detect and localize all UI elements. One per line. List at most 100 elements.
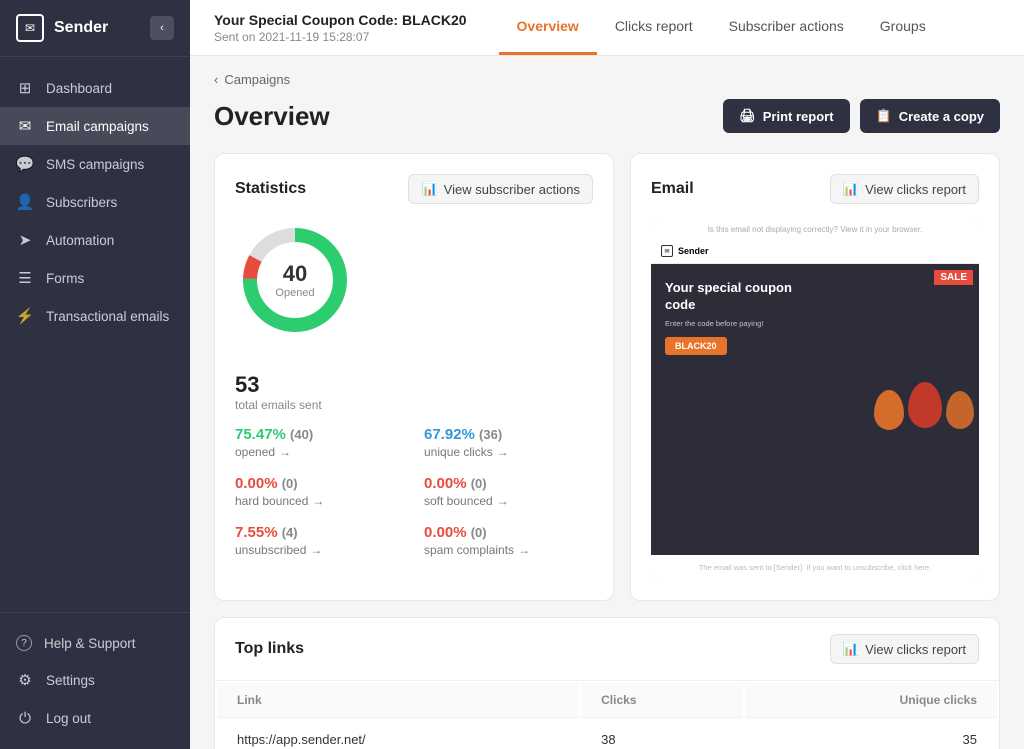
- stat-spam-pct: 0.00% (0): [424, 524, 593, 541]
- sidebar-item-forms[interactable]: ☰ Forms: [0, 259, 190, 297]
- sidebar-item-label: SMS campaigns: [46, 157, 144, 172]
- sidebar-item-label: Log out: [46, 711, 91, 726]
- email-card: Email 📊 View clicks report Is this email…: [630, 153, 1000, 601]
- tab-groups[interactable]: Groups: [862, 0, 944, 55]
- forms-icon: ☰: [16, 269, 34, 287]
- unique-clicks-cell: 35: [745, 720, 997, 749]
- stat-unique-clicks-label: unique clicks →: [424, 445, 593, 459]
- page-title: Overview: [214, 101, 330, 132]
- copy-icon: 📋: [876, 108, 892, 124]
- print-icon: 🖨: [739, 108, 756, 124]
- chart-icon-3: 📊: [843, 641, 859, 657]
- stat-unique-clicks-pct: 67.92% (36): [424, 426, 593, 443]
- view-clicks-report-button[interactable]: 📊 View clicks report: [830, 174, 979, 204]
- sidebar-collapse-button[interactable]: ‹: [150, 16, 174, 40]
- donut-chart: 40 Opened: [235, 220, 355, 340]
- preview-hero-title: Your special coupon code: [665, 280, 797, 314]
- chart-icon-2: 📊: [843, 181, 859, 197]
- logo-text: Sender: [54, 19, 108, 37]
- print-report-button[interactable]: 🖨 Print report: [723, 99, 849, 133]
- print-label: Print report: [763, 109, 834, 124]
- donut-center: 40 Opened: [275, 261, 314, 299]
- campaign-info: Your Special Coupon Code: BLACK20 Sent o…: [214, 0, 467, 55]
- sidebar-item-subscribers[interactable]: 👤 Subscribers: [0, 183, 190, 221]
- stat-unique-clicks: 67.92% (36) unique clicks →: [424, 426, 593, 459]
- stat-unsubscribed-label: unsubscribed →: [235, 543, 404, 557]
- statistics-title: Statistics: [235, 180, 306, 198]
- view-subscriber-actions-label: View subscriber actions: [444, 182, 580, 197]
- breadcrumb-text: Campaigns: [224, 72, 290, 87]
- top-links-header: Top links 📊 View clicks report: [215, 618, 999, 681]
- back-arrow-icon: ‹: [214, 72, 218, 87]
- sidebar-item-label: Automation: [46, 233, 114, 248]
- sidebar-item-transactional[interactable]: ⚡ Transactional emails: [0, 297, 190, 335]
- sidebar-item-sms-campaigns[interactable]: 💬 SMS campaigns: [0, 145, 190, 183]
- campaign-title: Your Special Coupon Code: BLACK20: [214, 12, 467, 28]
- automation-icon: ➤: [16, 231, 34, 249]
- stat-unsubscribed: 7.55% (4) unsubscribed →: [235, 524, 404, 557]
- preview-hero-content: Your special coupon code Enter the code …: [651, 264, 811, 555]
- email-card-header: Email 📊 View clicks report: [651, 174, 979, 204]
- top-links-card: Top links 📊 View clicks report Link Clic…: [214, 617, 1000, 749]
- header-actions: 🖨 Print report 📋 Create a copy: [723, 99, 1000, 133]
- preview-top-text: Is this email not displaying correctly? …: [651, 220, 979, 239]
- logout-icon: ⏻: [16, 709, 34, 727]
- tab-overview[interactable]: Overview: [499, 0, 597, 55]
- chart-icon: 📊: [421, 181, 437, 197]
- stat-soft-bounced: 0.00% (0) soft bounced →: [424, 475, 593, 508]
- statistics-card-header: Statistics 📊 View subscriber actions: [235, 174, 593, 204]
- email-campaigns-icon: ✉: [16, 117, 34, 135]
- breadcrumb[interactable]: ‹ Campaigns: [214, 72, 1000, 87]
- sidebar-item-settings[interactable]: ⚙ Settings: [0, 661, 190, 699]
- email-preview: Is this email not displaying correctly? …: [651, 220, 979, 580]
- total-sent-number: 53: [235, 372, 593, 398]
- view-subscriber-actions-button[interactable]: 📊 View subscriber actions: [408, 174, 593, 204]
- stat-soft-bounced-label: soft bounced →: [424, 494, 593, 508]
- stat-soft-bounced-pct: 0.00% (0): [424, 475, 593, 492]
- table-row: https://app.sender.net/ 38 35: [217, 720, 997, 749]
- clicks-cell: 38: [581, 720, 743, 749]
- view-clicks-report-button-2[interactable]: 📊 View clicks report: [830, 634, 979, 664]
- sidebar-item-label: Help & Support: [44, 636, 136, 651]
- create-copy-button[interactable]: 📋 Create a copy: [860, 99, 1000, 133]
- main-content: Your Special Coupon Code: BLACK20 Sent o…: [190, 0, 1024, 749]
- stat-spam: 0.00% (0) spam complaints →: [424, 524, 593, 557]
- sidebar-nav: ⊞ Dashboard ✉ Email campaigns 💬 SMS camp…: [0, 57, 190, 612]
- view-clicks-report-label-2: View clicks report: [865, 642, 966, 657]
- logo-icon: ✉: [16, 14, 44, 42]
- stat-opened-pct: 75.47% (40): [235, 426, 404, 443]
- preview-cta: BLACK20: [665, 337, 727, 355]
- preview-balloons: [869, 264, 979, 555]
- sidebar-item-automation[interactable]: ➤ Automation: [0, 221, 190, 259]
- email-card-title: Email: [651, 180, 694, 198]
- sidebar-item-dashboard[interactable]: ⊞ Dashboard: [0, 69, 190, 107]
- sidebar-logo: ✉ Sender ‹: [0, 0, 190, 57]
- stat-hard-bounced: 0.00% (0) hard bounced →: [235, 475, 404, 508]
- stat-unsubscribed-pct: 7.55% (4): [235, 524, 404, 541]
- col-unique-clicks: Unique clicks: [745, 683, 997, 718]
- sidebar-item-label: Forms: [46, 271, 84, 286]
- sidebar-item-label: Transactional emails: [46, 309, 169, 324]
- copy-label: Create a copy: [899, 109, 984, 124]
- tab-subscriber-actions[interactable]: Subscriber actions: [711, 0, 862, 55]
- total-sent-label: total emails sent: [235, 398, 593, 412]
- sidebar-item-help[interactable]: ? Help & Support: [0, 625, 190, 661]
- tab-clicks-report[interactable]: Clicks report: [597, 0, 711, 55]
- statistics-card: Statistics 📊 View subscriber actions: [214, 153, 614, 601]
- donut-label: Opened: [275, 287, 314, 299]
- settings-icon: ⚙: [16, 671, 34, 689]
- subscribers-icon: 👤: [16, 193, 34, 211]
- sidebar-item-label: Settings: [46, 673, 95, 688]
- page-content: ‹ Campaigns Overview 🖨 Print report 📋 Cr…: [190, 56, 1024, 749]
- sidebar-item-label: Dashboard: [46, 81, 112, 96]
- view-clicks-report-label: View clicks report: [865, 182, 966, 197]
- sidebar-item-email-campaigns[interactable]: ✉ Email campaigns: [0, 107, 190, 145]
- link-cell[interactable]: https://app.sender.net/: [217, 720, 579, 749]
- sidebar-item-logout[interactable]: ⏻ Log out: [0, 699, 190, 737]
- sms-icon: 💬: [16, 155, 34, 173]
- preview-footer-text: The email was sent to [Sender]. If you w…: [651, 555, 979, 580]
- sidebar-item-label: Subscribers: [46, 195, 117, 210]
- preview-hero-sub: Enter the code before paying!: [665, 319, 797, 328]
- preview-logo-icon: ✉: [661, 245, 673, 257]
- top-links-table: Link Clicks Unique clicks https://app.se…: [215, 681, 999, 749]
